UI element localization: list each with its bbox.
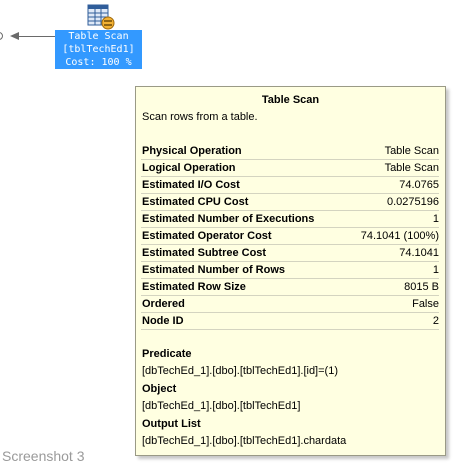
tooltip-properties-table: Physical Operation Table Scan Logical Op… [141, 143, 439, 330]
predicate-value: [dbTechEd_1].[dbo].[tblTechEd1].[id]=(1) [142, 365, 338, 377]
object-heading: Object [142, 383, 177, 395]
property-row: Ordered False [141, 296, 439, 313]
property-key: Ordered [142, 298, 185, 310]
output-list-heading: Output List [142, 418, 201, 430]
property-value: 74.0765 [399, 179, 439, 191]
node-cost-label: Cost: 100 % [65, 57, 132, 68]
property-key: Physical Operation [142, 145, 242, 157]
property-key: Estimated I/O Cost [142, 179, 240, 191]
screenshot-caption: Screenshot 3 [2, 448, 85, 464]
property-value: Table Scan [384, 162, 439, 174]
property-row: Estimated Subtree Cost 74.1041 [141, 245, 439, 262]
property-row: Estimated CPU Cost 0.0275196 [141, 194, 439, 211]
property-key: Estimated Number of Executions [142, 213, 315, 225]
tooltip-description: Scan rows from a table. [142, 111, 258, 123]
property-row: Physical Operation Table Scan [141, 143, 439, 160]
property-key: Estimated Subtree Cost [142, 247, 267, 259]
property-value: 74.1041 [399, 247, 439, 259]
predicate-heading: Predicate [142, 348, 192, 360]
property-key: Logical Operation [142, 162, 236, 174]
property-row: Estimated Operator Cost 74.1041 (100%) [141, 228, 439, 245]
predicate-section: Predicate [dbTechEd_1].[dbo].[tblTechEd1… [142, 346, 442, 380]
property-row: Estimated Number of Rows 1 [141, 262, 439, 279]
object-section: Object [dbTechEd_1].[dbo].[tblTechEd1] [142, 381, 442, 415]
connector-stub [0, 32, 3, 40]
plan-node-table-scan[interactable]: Table Scan [tblTechEd1] Cost: 100 % [55, 30, 142, 69]
property-value: 1 [432, 264, 439, 276]
property-value: 8015 B [404, 281, 439, 293]
operator-tooltip: Table Scan Scan rows from a table. Physi… [135, 86, 446, 456]
property-key: Estimated CPU Cost [142, 196, 249, 208]
output-list-section: Output List [dbTechEd_1].[dbo].[tblTechE… [142, 416, 442, 450]
property-value: 0.0275196 [387, 196, 439, 208]
property-row: Logical Operation Table Scan [141, 160, 439, 177]
property-row: Estimated Number of Executions 1 [141, 211, 439, 228]
property-value: 1 [432, 213, 439, 225]
node-object-label: [tblTechEd1] [62, 44, 135, 55]
property-key: Node ID [142, 315, 184, 327]
property-value: 74.1041 (100%) [360, 230, 439, 242]
property-value: False [412, 298, 439, 310]
tooltip-title: Table Scan [261, 94, 320, 106]
output-list-value: [dbTechEd_1].[dbo].[tblTechEd1].chardata [142, 435, 347, 447]
property-row: Estimated Row Size 8015 B [141, 279, 439, 296]
object-value: [dbTechEd_1].[dbo].[tblTechEd1] [142, 400, 301, 412]
property-key: Estimated Operator Cost [142, 230, 272, 242]
node-operator-label: Table Scan [68, 31, 129, 42]
property-row: Node ID 2 [141, 313, 439, 330]
property-key: Estimated Row Size [142, 281, 246, 293]
property-value: 2 [432, 315, 439, 327]
connector-line [18, 36, 56, 37]
table-scan-icon[interactable] [87, 4, 115, 30]
property-value: Table Scan [384, 145, 439, 157]
property-key: Estimated Number of Rows [142, 264, 286, 276]
property-row: Estimated I/O Cost 74.0765 [141, 177, 439, 194]
